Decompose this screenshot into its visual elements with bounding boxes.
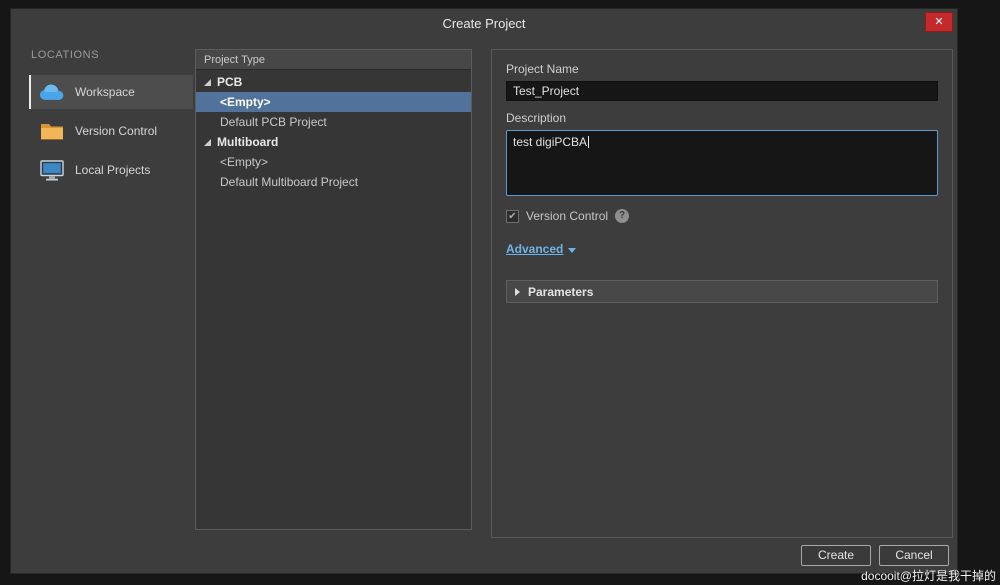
- parameters-label: Parameters: [528, 285, 593, 299]
- locations-panel: LOCATIONS Workspace Version C: [29, 49, 193, 192]
- chevron-down-icon: [568, 248, 576, 253]
- project-type-panel: Project Type PCB <Empty> Default PCB Pro…: [195, 49, 472, 530]
- location-item-label: Local Projects: [75, 163, 150, 177]
- parameters-section-header[interactable]: Parameters: [506, 280, 938, 303]
- tree-group-pcb[interactable]: PCB: [196, 72, 471, 92]
- project-type-tree: PCB <Empty> Default PCB Project Multiboa…: [196, 70, 471, 192]
- screen: Create Project ✕ LOCATIONS Workspace: [0, 0, 1000, 585]
- location-item-version-control[interactable]: Version Control: [29, 114, 193, 148]
- help-icon[interactable]: ?: [615, 209, 629, 223]
- checkmark-icon: ✔: [508, 211, 516, 222]
- tree-group-multiboard[interactable]: Multiboard: [196, 132, 471, 152]
- create-button[interactable]: Create: [801, 545, 871, 566]
- project-name-label: Project Name: [506, 62, 938, 76]
- cancel-button[interactable]: Cancel: [879, 545, 949, 566]
- location-item-workspace[interactable]: Workspace: [29, 75, 193, 109]
- tree-item-default-multiboard-project[interactable]: Default Multiboard Project: [196, 172, 471, 192]
- version-control-label: Version Control: [526, 209, 608, 223]
- text-caret: [588, 136, 589, 148]
- close-icon: ✕: [934, 16, 943, 28]
- tree-item-multiboard-empty[interactable]: <Empty>: [196, 152, 471, 172]
- dialog-title: Create Project: [11, 9, 957, 39]
- advanced-label: Advanced: [506, 242, 563, 256]
- dialog-titlebar: Create Project ✕: [11, 9, 957, 39]
- version-control-row: ✔ Version Control ?: [506, 209, 938, 223]
- watermark-text: docooit@拉灯是我干掉的: [861, 567, 996, 584]
- cloud-icon: [38, 81, 65, 103]
- expand-triangle-icon: [204, 79, 211, 86]
- location-item-label: Workspace: [75, 85, 135, 99]
- tree-label: <Empty>: [220, 92, 271, 112]
- advanced-link[interactable]: Advanced: [506, 242, 576, 256]
- tree-label: Multiboard: [217, 132, 278, 152]
- description-label: Description: [506, 111, 938, 125]
- tree-label: Default Multiboard Project: [220, 172, 358, 192]
- expand-triangle-icon: [204, 139, 211, 146]
- tree-item-pcb-empty[interactable]: <Empty>: [196, 92, 471, 112]
- tree-label: Default PCB Project: [220, 112, 327, 132]
- project-name-input[interactable]: Test_Project: [506, 81, 938, 101]
- version-control-checkbox[interactable]: ✔: [506, 210, 519, 223]
- description-textarea[interactable]: test digiPCBA: [506, 130, 938, 196]
- tree-label: <Empty>: [220, 152, 268, 172]
- close-button[interactable]: ✕: [925, 12, 953, 32]
- project-type-header: Project Type: [196, 50, 471, 70]
- folder-icon: [38, 120, 65, 142]
- create-project-dialog: Create Project ✕ LOCATIONS Workspace: [10, 8, 958, 574]
- location-item-label: Version Control: [75, 124, 157, 138]
- locations-header: LOCATIONS: [29, 49, 193, 61]
- tree-label: PCB: [217, 72, 242, 92]
- monitor-icon: [38, 159, 65, 181]
- description-value: test digiPCBA: [513, 135, 587, 149]
- project-details-panel: Project Name Test_Project Description te…: [491, 49, 953, 538]
- tree-item-default-pcb-project[interactable]: Default PCB Project: [196, 112, 471, 132]
- project-name-value: Test_Project: [513, 84, 579, 98]
- location-item-local-projects[interactable]: Local Projects: [29, 153, 193, 187]
- chevron-right-icon: [515, 288, 520, 296]
